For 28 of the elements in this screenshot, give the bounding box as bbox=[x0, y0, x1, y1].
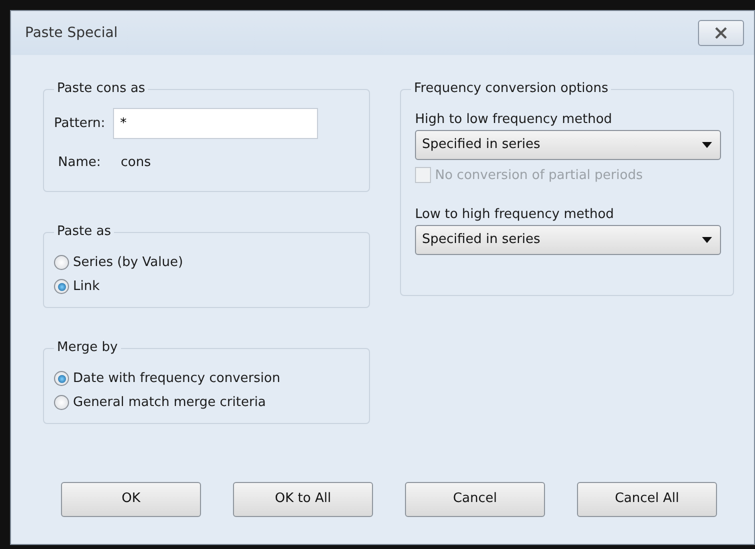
radio-label: General match merge criteria bbox=[73, 394, 266, 412]
name-value: cons bbox=[120, 154, 151, 172]
radio-label: Date with frequency conversion bbox=[73, 370, 280, 388]
caret-icon bbox=[702, 142, 712, 148]
radio-button[interactable] bbox=[54, 279, 69, 294]
caret-icon bbox=[702, 236, 712, 242]
dropdown[interactable]: Specified in series bbox=[415, 224, 721, 254]
field-label: High to low frequency method bbox=[415, 111, 614, 129]
pattern-label: Pattern: bbox=[54, 114, 106, 133]
dialog-button[interactable]: Cancel All bbox=[577, 482, 717, 516]
field-label: Low to high frequency method bbox=[415, 206, 615, 224]
radio-button[interactable] bbox=[54, 395, 69, 410]
group-title: Frequency conversion options bbox=[411, 80, 612, 98]
radio-label: Series (by Value) bbox=[73, 254, 184, 272]
close-button[interactable] bbox=[698, 20, 744, 46]
pattern-field[interactable]: * bbox=[113, 108, 318, 139]
close-icon bbox=[714, 27, 728, 39]
dropdown[interactable]: Specified in series bbox=[415, 130, 721, 160]
checkbox-label: No conversion of partial periods bbox=[435, 166, 643, 184]
radio-button[interactable] bbox=[54, 371, 69, 386]
dialog-button[interactable]: OK to All bbox=[233, 482, 373, 516]
radio-button[interactable] bbox=[54, 255, 69, 270]
radio-label: Link bbox=[73, 278, 100, 296]
window-title: Paste Special bbox=[25, 24, 118, 42]
name-label: Name: bbox=[58, 154, 101, 172]
group-title: Merge by bbox=[54, 338, 121, 356]
dialog-button[interactable]: OK bbox=[61, 482, 201, 516]
dialog-button[interactable]: Cancel bbox=[405, 482, 545, 516]
